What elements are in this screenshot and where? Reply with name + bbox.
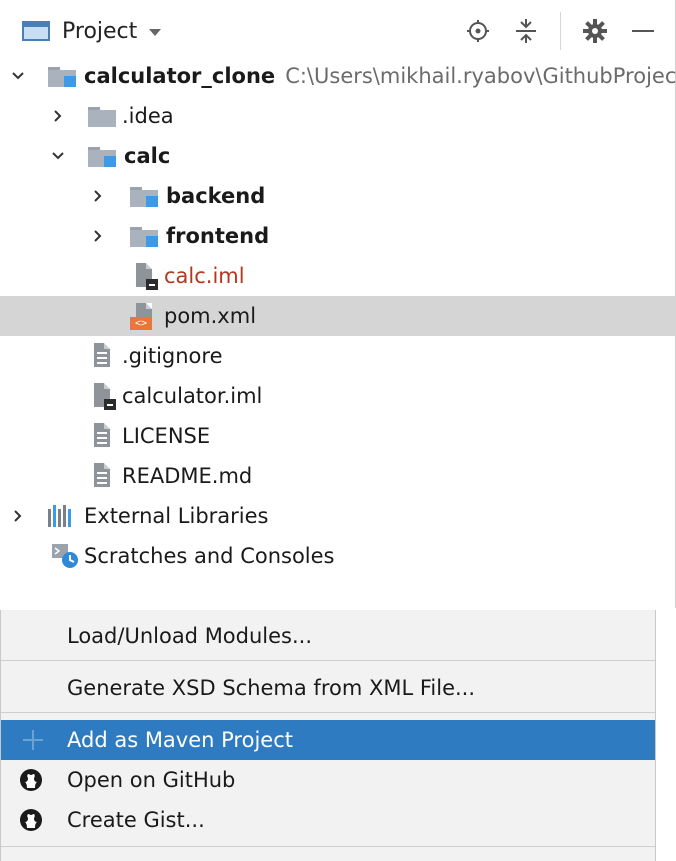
tree-label-pom-xml: pom.xml [164,304,257,328]
tree-row-calculator-clone[interactable]: calculator_clone C:\Users\mikhail.ryabov\… [0,56,676,96]
tree-row-external-libraries[interactable]: External Libraries [0,496,676,536]
menu-separator [1,660,655,661]
tree-row-license[interactable]: LICENSE [0,416,676,456]
tree-row-calc-iml[interactable]: calc.iml [0,256,676,296]
chevron-right-icon[interactable] [8,506,28,526]
iml-file-icon [132,262,162,290]
folder-icon [88,102,118,130]
tree-label-calculator-iml: calculator.iml [122,384,263,408]
menu-item-label: Load/Unload Modules... [67,624,313,648]
tree-row-scratches[interactable]: Scratches and Consoles [0,536,676,576]
context-menu: Load/Unload Modules... Generate XSD Sche… [0,610,656,861]
tree-label-frontend: frontend [166,224,270,248]
root-path: C:\Users\mikhail.ryabov\GithubProjec [285,64,676,88]
module-folder-icon [88,142,118,170]
menu-item-label: Create Gist... [67,808,205,832]
tree-label-root: calculator_clone C:\Users\mikhail.ryabov\… [84,64,676,88]
libraries-icon [46,502,76,530]
menu-item-open-on-github[interactable]: Open on GitHub [1,760,655,800]
tree-label-gitignore: .gitignore [122,344,223,368]
chevron-right-icon[interactable] [88,186,108,206]
github-icon [19,808,43,832]
collapse-all-icon[interactable] [511,16,541,46]
tree-row-backend[interactable]: backend [0,176,676,216]
tree-label-scratches: Scratches and Consoles [84,544,335,568]
chevron-down-icon[interactable] [48,146,68,166]
tree-label-backend: backend [166,184,266,208]
text-file-icon [90,342,120,370]
text-file-icon [90,422,120,450]
text-file-icon [90,462,120,490]
tree-row-frontend[interactable]: frontend [0,216,676,256]
tree-label-calc: calc [124,144,171,168]
gear-icon[interactable] [580,16,610,46]
tree-label-idea: .idea [122,104,174,128]
tree-label-calc-iml: calc.iml [164,264,245,288]
chevron-down-icon [149,28,162,36]
tree-row-pom-xml[interactable]: <> pom.xml [0,296,676,336]
xml-file-icon: <> [130,302,160,330]
tree-label-external-libraries: External Libraries [84,504,269,528]
tree-row-gitignore[interactable]: .gitignore [0,336,676,376]
locate-icon[interactable] [463,16,493,46]
toolbar-separator [560,12,561,50]
module-folder-icon [48,62,78,90]
chevron-right-icon[interactable] [88,226,108,246]
menu-item-label: Generate XSD Schema from XML File... [67,676,476,700]
tree-row-calc[interactable]: calc [0,136,676,176]
module-folder-icon [130,182,160,210]
project-window-icon [22,21,50,41]
menu-item-label: Open on GitHub [67,768,236,792]
github-icon [19,768,43,792]
project-view-selector[interactable]: Project [22,14,162,48]
chevron-down-icon[interactable] [8,66,28,86]
iml-file-icon [90,382,120,410]
tree-row-readme[interactable]: README.md [0,456,676,496]
plus-icon [21,728,45,752]
project-tool-window: Project calculator_clone C:\Users\mikhail… [0,0,676,608]
project-view-label: Project [62,18,138,44]
menu-item-generate-xsd[interactable]: Generate XSD Schema from XML File... [1,668,655,708]
tree-label-license: LICENSE [122,424,211,448]
chevron-right-icon[interactable] [48,106,68,126]
scratches-icon [50,542,80,570]
tree-label-readme: README.md [122,464,253,488]
menu-item-add-as-maven-project[interactable]: Add as Maven Project [1,720,655,760]
menu-item-create-gist[interactable]: Create Gist... [1,800,655,840]
menu-item-label: Add as Maven Project [67,728,293,752]
menu-item-load-unload-modules[interactable]: Load/Unload Modules... [1,616,655,656]
minimize-icon[interactable] [628,16,658,46]
tree-row-calculator-iml[interactable]: calculator.iml [0,376,676,416]
tree-row-idea[interactable]: .idea [0,96,676,136]
module-folder-icon [130,222,160,250]
menu-separator [1,712,655,713]
menu-separator [1,846,655,847]
project-toolbar: Project [0,0,676,62]
